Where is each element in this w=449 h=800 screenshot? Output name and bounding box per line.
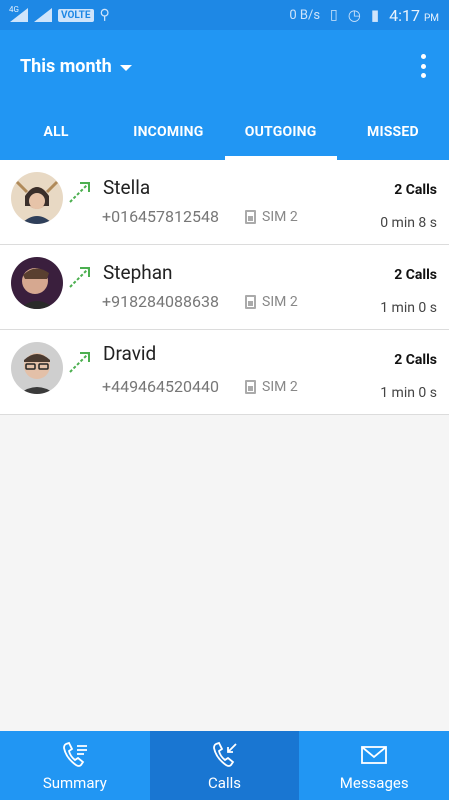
avatar xyxy=(11,172,63,224)
nav-summary-label: Summary xyxy=(42,773,107,792)
phone-number: +016457812548 xyxy=(102,207,219,226)
chevron-down-icon xyxy=(119,64,132,71)
bottom-navigation: Summary Calls Messages xyxy=(0,731,449,800)
tab-outgoing[interactable]: OUTGOING xyxy=(224,104,338,160)
sim-card-icon xyxy=(245,295,256,309)
tab-bar: ALL INCOMING OUTGOING MISSED xyxy=(0,104,449,160)
usb-icon: ⚲ xyxy=(99,7,110,23)
contact-name: Stella xyxy=(103,176,151,199)
sim-card-icon xyxy=(245,380,256,394)
outgoing-call-icon xyxy=(69,267,90,288)
clock: 4:17 PM xyxy=(389,5,439,25)
sim-label: SIM 2 xyxy=(262,209,298,225)
network-type: 4G xyxy=(9,5,19,14)
phone-number: +918284088638 xyxy=(102,292,219,311)
phone-number: +449464520440 xyxy=(102,377,219,396)
phone-calls-icon xyxy=(212,741,237,767)
volte-badge: VOLTE xyxy=(58,8,94,22)
battery-icon: ▮ xyxy=(370,6,380,24)
period-label: This month xyxy=(20,56,112,77)
call-duration: 1 min 0 s xyxy=(380,385,437,401)
more-options-icon[interactable] xyxy=(413,54,433,78)
nav-messages-label: Messages xyxy=(339,773,409,792)
nav-calls-label: Calls xyxy=(208,773,241,792)
list-item[interactable]: Dravid +449464520440 SIM 2 2 Calls 1 min… xyxy=(0,330,449,415)
tab-missed[interactable]: MISSED xyxy=(337,104,449,160)
contact-name: Stephan xyxy=(103,261,173,284)
nav-summary[interactable]: Summary xyxy=(0,731,150,800)
outgoing-call-icon xyxy=(69,182,90,203)
list-item[interactable]: Stella +016457812548 SIM 2 2 Calls 0 min… xyxy=(0,160,449,245)
nav-calls[interactable]: Calls xyxy=(149,731,300,800)
phone-list-icon xyxy=(62,741,87,767)
call-count: 2 Calls xyxy=(394,352,437,368)
call-duration: 1 min 0 s xyxy=(380,300,437,316)
contact-name: Dravid xyxy=(103,342,157,365)
call-duration: 0 min 8 s xyxy=(380,215,437,231)
period-dropdown[interactable]: This month xyxy=(20,56,132,77)
signal-icon: 4G xyxy=(9,5,28,22)
data-speed: 0 B/s xyxy=(289,7,321,23)
app-bar: This month ALL INCOMING OUTGOING MISSED xyxy=(0,30,449,160)
outgoing-call-icon xyxy=(69,352,90,373)
tab-incoming[interactable]: INCOMING xyxy=(112,104,224,160)
envelope-icon xyxy=(361,745,388,764)
call-count: 2 Calls xyxy=(394,182,437,198)
sim-indicator: SIM 2 xyxy=(245,379,298,395)
sim-indicator: SIM 2 xyxy=(245,294,298,310)
avatar xyxy=(11,257,63,309)
sim-card-icon xyxy=(245,210,256,224)
status-bar: 4G VOLTE ⚲ 0 B/s ▯ ◷ ▮ 4:17 PM xyxy=(0,0,449,30)
tab-all[interactable]: ALL xyxy=(0,104,112,160)
alarm-icon: ◷ xyxy=(347,6,361,24)
call-list: Stella +016457812548 SIM 2 2 Calls 0 min… xyxy=(0,160,449,415)
sim-label: SIM 2 xyxy=(262,379,298,395)
call-count: 2 Calls xyxy=(394,267,437,283)
avatar xyxy=(11,342,63,394)
nav-messages[interactable]: Messages xyxy=(299,731,449,800)
list-item[interactable]: Stephan +918284088638 SIM 2 2 Calls 1 mi… xyxy=(0,245,449,330)
sim-indicator: SIM 2 xyxy=(245,209,298,225)
signal-icon xyxy=(34,8,52,22)
vibrate-icon: ▯ xyxy=(330,7,338,23)
sim-label: SIM 2 xyxy=(262,294,298,310)
